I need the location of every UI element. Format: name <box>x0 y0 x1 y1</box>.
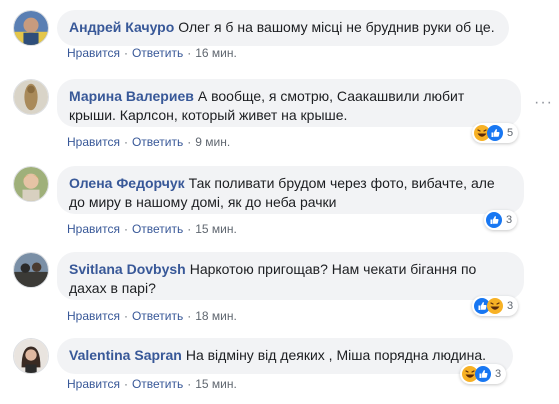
reaction-count: 5 <box>507 127 514 139</box>
reaction-summary[interactable]: 3 <box>460 364 507 384</box>
comment-author[interactable]: Марина Валериев <box>69 88 194 104</box>
comment-author[interactable]: Valentina Sapran <box>69 347 182 363</box>
comment-bubble: Valentina Sapran На відміну від деяких , … <box>57 338 513 374</box>
comment-time[interactable]: 15 мин. <box>195 222 237 236</box>
comment-text: Олег я б на вашому місці не бруднив руки… <box>178 19 495 35</box>
comment-bubble: Svitlana Dovbysh Наркотою пригощав? Нам ч… <box>57 252 524 300</box>
like-reaction-icon <box>475 366 491 382</box>
comment-time[interactable]: 9 мин. <box>195 135 230 149</box>
avatar[interactable] <box>13 79 49 115</box>
reply-link[interactable]: Ответить <box>132 135 183 149</box>
reply-link[interactable]: Ответить <box>132 309 183 323</box>
reaction-summary[interactable]: 3 <box>484 210 518 230</box>
haha-reaction-icon <box>487 298 503 314</box>
like-link[interactable]: Нравится <box>67 46 120 60</box>
reaction-summary[interactable]: 3 <box>472 296 519 316</box>
avatar[interactable] <box>13 338 49 374</box>
more-options-icon[interactable]: ··· <box>534 95 553 111</box>
reaction-count: 3 <box>507 300 514 312</box>
reply-link[interactable]: Ответить <box>132 46 183 60</box>
like-link[interactable]: Нравится <box>67 377 120 391</box>
comment-actions: Нравится · Ответить · 15 мин. <box>67 222 237 236</box>
like-link[interactable]: Нравится <box>67 309 120 323</box>
comment-bubble: Олена Федорчук Так поливати брудом через … <box>57 166 524 214</box>
like-link[interactable]: Нравится <box>67 222 120 236</box>
comment-time[interactable]: 15 мин. <box>195 377 237 391</box>
like-reaction-icon <box>487 125 503 141</box>
comment-author[interactable]: Олена Федорчук <box>69 175 185 191</box>
comment-actions: Нравится · Ответить · 16 мин. <box>67 46 237 60</box>
comment-time[interactable]: 18 мин. <box>195 309 237 323</box>
comment-author[interactable]: Svitlana Dovbysh <box>69 261 186 277</box>
reaction-count: 3 <box>506 214 513 226</box>
like-link[interactable]: Нравится <box>67 135 120 149</box>
comment-actions: Нравится · Ответить · 15 мин. <box>67 377 237 391</box>
comment-bubble: Андрей Качуро Олег я б на вашому місці не… <box>57 10 509 46</box>
reaction-count: 3 <box>495 368 502 380</box>
comment-actions: Нравится · Ответить · 9 мин. <box>67 135 231 149</box>
comment-time[interactable]: 16 мин. <box>195 46 237 60</box>
comment-author[interactable]: Андрей Качуро <box>69 19 174 35</box>
avatar[interactable] <box>13 166 49 202</box>
reply-link[interactable]: Ответить <box>132 222 183 236</box>
reply-link[interactable]: Ответить <box>132 377 183 391</box>
comment-actions: Нравится · Ответить · 18 мин. <box>67 309 237 323</box>
comment-text: На відміну від деяких , Міша порядна люд… <box>185 347 487 363</box>
avatar[interactable] <box>13 252 49 288</box>
avatar[interactable] <box>13 10 49 46</box>
reaction-summary[interactable]: 5 <box>472 123 519 143</box>
comment-bubble: Марина Валериев А вообще, я смотрю, Саака… <box>57 79 521 127</box>
like-reaction-icon <box>486 212 502 228</box>
